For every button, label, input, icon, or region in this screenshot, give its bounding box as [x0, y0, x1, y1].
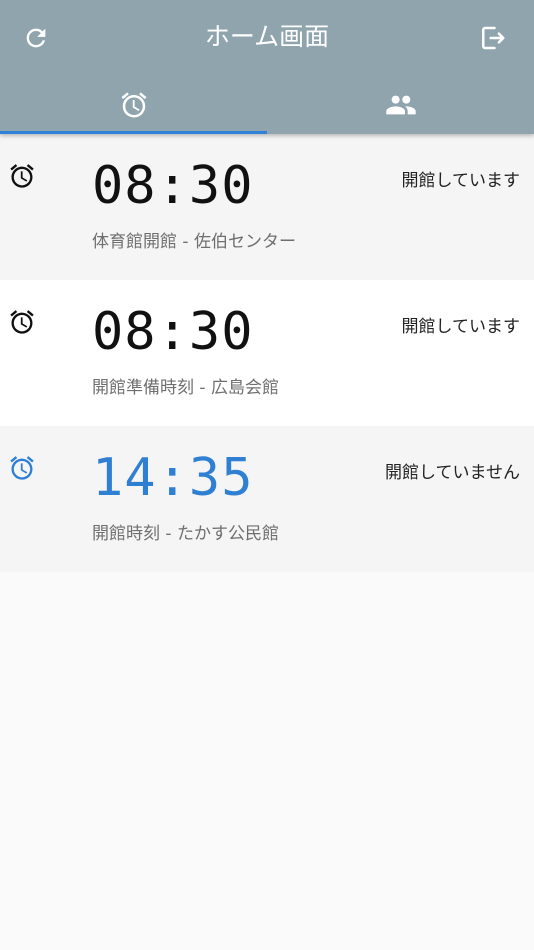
toolbar: ホーム画面 [0, 0, 534, 75]
alarm-clock-icon [10, 310, 34, 334]
tab-bar [0, 75, 534, 134]
alarm-status: 開館しています [401, 171, 521, 191]
alarm-clock-icon [121, 91, 146, 117]
logout-icon [482, 26, 505, 50]
app-bar: ホーム画面 [0, 0, 534, 134]
alarm-clock-icon [10, 164, 34, 188]
page-title: ホーム画面 [204, 22, 330, 51]
list-item[interactable]: 14:35 開館していません 開館時刻 - たかす公民館 [0, 426, 534, 572]
list-item[interactable]: 08:30 開館しています 開館準備時刻 - 広島会館 [0, 280, 534, 426]
tab-people[interactable] [267, 75, 534, 134]
alarm-list: 08:30 開館しています 体育館開館 - 佐伯センター 08:30 開館してい… [0, 134, 534, 572]
logout-button[interactable] [472, 18, 512, 58]
alarm-clock-icon [10, 456, 34, 480]
people-icon [385, 95, 416, 114]
tab-alarms[interactable] [0, 75, 267, 134]
list-item[interactable]: 08:30 開館しています 体育館開館 - 佐伯センター [0, 134, 534, 280]
alarm-label: 体育館開館 - 佐伯センター [92, 232, 296, 252]
alarm-time: 08:30 [92, 156, 254, 216]
tab-indicator [0, 131, 267, 134]
alarm-label: 開館準備時刻 - 広島会館 [92, 378, 279, 398]
alarm-status: 開館しています [401, 317, 521, 337]
alarm-time: 08:30 [92, 302, 254, 362]
alarm-time: 14:35 [92, 448, 254, 508]
alarm-label: 開館時刻 - たかす公民館 [92, 524, 279, 544]
alarm-status: 開館していません [385, 463, 520, 483]
